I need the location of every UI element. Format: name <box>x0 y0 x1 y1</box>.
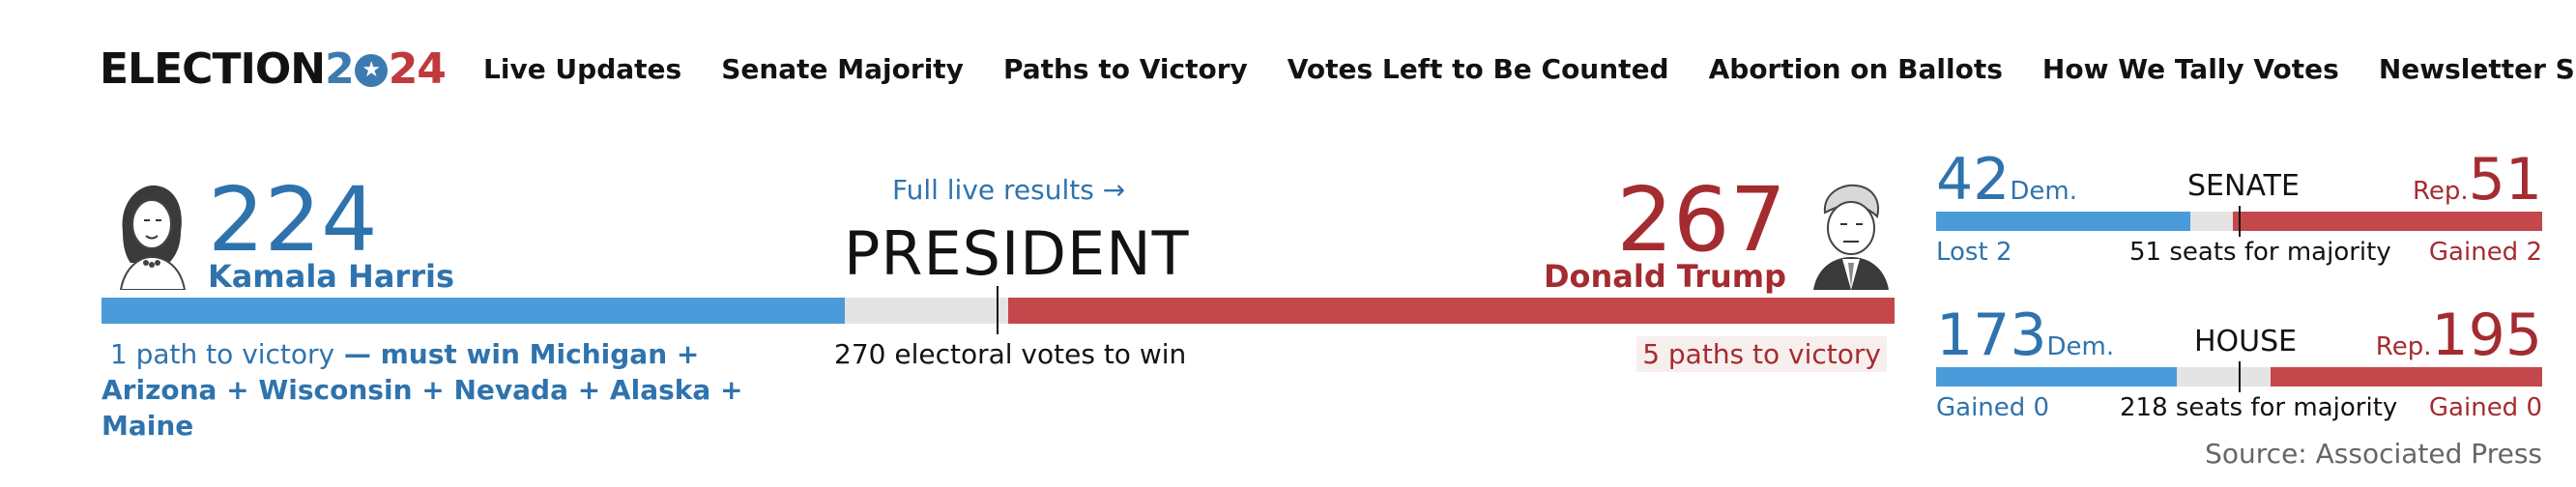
star-icon <box>354 54 388 87</box>
house-rep-fill <box>2270 367 2542 387</box>
rep-paths-to-victory[interactable]: 5 paths to victory <box>1636 336 1887 372</box>
senate-rep-change: Gained 2 <box>2428 238 2542 267</box>
dem-path-to-victory[interactable]: 1 path to victory — must win Michigan + … <box>101 336 778 444</box>
house-dem-count: 173 <box>1936 301 2047 369</box>
rep-bar-fill <box>1007 298 1895 324</box>
rep-candidate-name[interactable]: Donald Trump <box>1544 259 1786 294</box>
house-majority-label: 218 seats for majority <box>2120 393 2398 422</box>
270-threshold-marker <box>997 286 999 334</box>
house-dem-change: Gained 0 <box>1936 393 2050 422</box>
house-rep-change: Gained 0 <box>2428 393 2542 422</box>
house-majority-marker <box>2239 361 2241 392</box>
full-live-results-link[interactable]: Full live results → <box>892 173 1125 208</box>
house-dem-label: Dem. <box>2046 332 2115 361</box>
logo-word: ELECTION <box>100 44 326 94</box>
nav-newsletter-signup[interactable]: Newsletter Sign-Up <box>2379 50 2576 89</box>
nav-how-we-tally[interactable]: How We Tally Votes <box>2042 50 2339 89</box>
dem-candidate-name[interactable]: Kamala Harris <box>208 259 454 294</box>
senate-dem-label: Dem. <box>2010 177 2077 206</box>
dem-electoral-votes: 224 <box>208 168 378 272</box>
president-race-title: PRESIDENT <box>844 218 1190 289</box>
nav-senate-majority[interactable]: Senate Majority <box>721 50 964 89</box>
nav-live-updates[interactable]: Live Updates <box>483 50 681 89</box>
senate-title[interactable]: SENATE <box>2187 169 2300 204</box>
nav-paths-to-victory[interactable]: Paths to Victory <box>1003 50 1248 89</box>
nav-votes-left[interactable]: Votes Left to Be Counted <box>1288 50 1669 89</box>
senate-dem-count: 42 <box>1936 146 2011 214</box>
senate-majority-label: 51 seats for majority <box>2129 238 2391 267</box>
senate-rep-fill <box>2233 212 2542 231</box>
donald-trump-portrait-icon <box>1813 184 1889 290</box>
senate-dem-change: Lost 2 <box>1936 238 2012 267</box>
election-2024-logo[interactable]: ELECTION2 24 <box>100 43 447 97</box>
senate-rep-count: 51 <box>2468 146 2542 214</box>
dem-bar-fill <box>101 298 846 324</box>
house-title[interactable]: HOUSE <box>2194 325 2297 359</box>
votes-needed-label: 270 electoral votes to win <box>834 338 1187 370</box>
dem-path-count: 1 path to victory <box>109 338 335 370</box>
house-rep-count: 195 <box>2431 301 2542 369</box>
logo-year-part: 2 <box>325 44 355 94</box>
senate-rep-label: Rep. <box>2412 177 2469 206</box>
house-rep-label: Rep. <box>2375 332 2432 361</box>
senate-dem-fill <box>1936 212 2191 231</box>
nav-abortion-on-ballots[interactable]: Abortion on Ballots <box>1709 50 2003 89</box>
kamala-harris-portrait-icon <box>119 185 187 290</box>
senate-majority-marker <box>2239 206 2241 237</box>
rep-electoral-votes: 267 <box>1616 168 1786 272</box>
logo-year-part: 24 <box>388 44 447 94</box>
source-credit: Source: Associated Press <box>2205 438 2542 470</box>
house-dem-fill <box>1936 367 2178 387</box>
top-navigation: Live Updates Senate Majority Paths to Vi… <box>483 50 2576 89</box>
